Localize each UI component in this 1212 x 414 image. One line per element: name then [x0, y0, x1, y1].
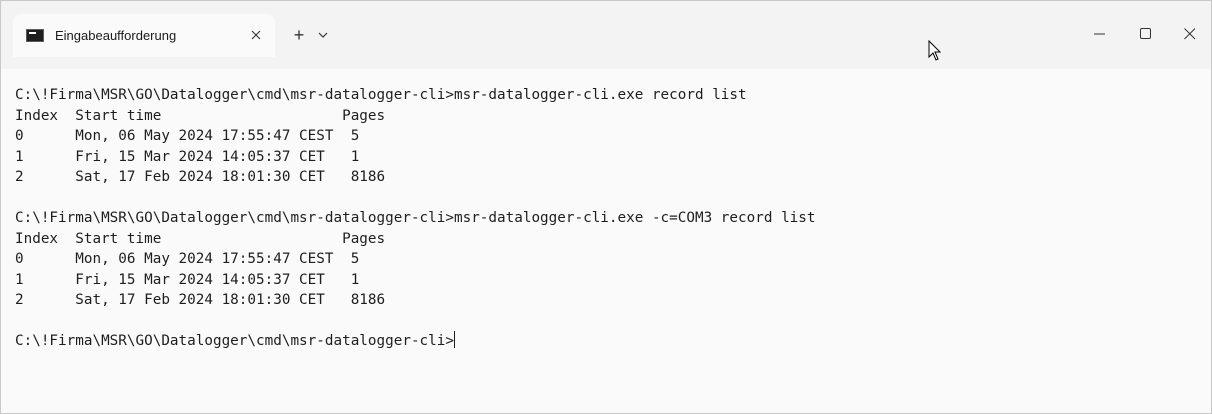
- console-line: 1 Fri, 15 Mar 2024 14:05:37 CET 1: [15, 148, 360, 165]
- console-prompt-line[interactable]: C:\!Firma\MSR\GO\Datalogger\cmd\msr-data…: [15, 331, 1211, 352]
- console-line: C:\!Firma\MSR\GO\Datalogger\cmd\msr-data…: [15, 210, 816, 226]
- maximize-icon: [1140, 28, 1151, 39]
- console-prompt: C:\!Firma\MSR\GO\Datalogger\cmd\msr-data…: [15, 333, 454, 349]
- console-output[interactable]: C:\!Firma\MSR\GO\Datalogger\cmd\msr-data…: [1, 85, 1211, 414]
- console-line: Index Start time Pages: [15, 107, 386, 124]
- close-icon: [251, 30, 261, 40]
- tab-close-button[interactable]: [245, 24, 267, 46]
- close-button[interactable]: [1167, 19, 1212, 49]
- plus-icon: +: [293, 25, 305, 45]
- title-bar[interactable]: Eingabeaufforderung +: [1, 1, 1211, 69]
- chevron-down-icon: [318, 32, 328, 38]
- console-line: 0 Mon, 06 May 2024 17:55:47 CEST 5: [15, 128, 360, 144]
- command-prompt-icon: [26, 29, 44, 42]
- console-line: 0 Mon, 06 May 2024 17:55:47 CEST 5: [15, 251, 360, 267]
- tab-dropdown-button[interactable]: [313, 24, 333, 46]
- tab-eingabeaufforderung[interactable]: Eingabeaufforderung: [13, 14, 275, 57]
- console-line: 2 Sat, 17 Feb 2024 18:01:30 CET 8186: [15, 169, 386, 185]
- close-icon: [1184, 28, 1196, 40]
- minimize-icon: [1094, 33, 1105, 35]
- console-line: 1 Fri, 15 Mar 2024 14:05:37 CET 1: [15, 271, 360, 288]
- console-line: C:\!Firma\MSR\GO\Datalogger\cmd\msr-data…: [15, 87, 747, 103]
- minimize-button[interactable]: [1077, 19, 1123, 49]
- tab-title: Eingabeaufforderung: [55, 28, 177, 43]
- mouse-pointer-icon: [928, 40, 942, 61]
- maximize-button[interactable]: [1123, 19, 1169, 49]
- console-line: 2 Sat, 17 Feb 2024 18:01:30 CET 8186: [15, 292, 386, 308]
- new-tab-button[interactable]: +: [288, 24, 310, 46]
- console-line: Index Start time Pages: [15, 230, 386, 247]
- text-cursor: [453, 331, 455, 348]
- terminal-window: Eingabeaufforderung + C:\!Firma\MSR\GO\D…: [0, 0, 1212, 414]
